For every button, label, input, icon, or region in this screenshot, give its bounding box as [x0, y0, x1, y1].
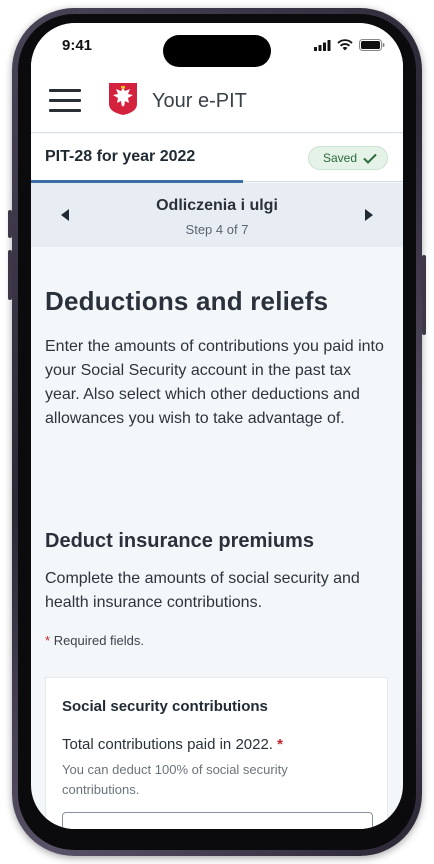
saved-status-badge: Saved	[307, 146, 388, 170]
dynamic-island	[163, 35, 271, 67]
step-counter: Step 4 of 7	[185, 222, 249, 237]
social-security-card: Social security contributions Total cont…	[45, 677, 388, 829]
form-header: PIT-28 for year 2022 Saved	[31, 134, 403, 183]
form-title: PIT-28 for year 2022	[45, 148, 196, 165]
section-description: Complete the amounts of social security …	[45, 570, 360, 611]
status-time: 9:41	[62, 37, 93, 54]
screen: 9:41 Your e-PIT PIT-28 for year 2022 Sav…	[31, 23, 403, 829]
volume-down-button	[8, 250, 12, 300]
volume-up-button	[8, 210, 12, 238]
field-label-text: Total contributions paid in 2022.	[62, 736, 273, 753]
contributions-field-label: Total contributions paid in 2022. *	[62, 736, 283, 753]
status-icons	[314, 39, 385, 51]
signal-icon	[314, 39, 331, 51]
section-heading: Deduct insurance premiums	[45, 530, 314, 552]
hamburger-menu-icon[interactable]	[49, 89, 81, 115]
app-title: Your e-PIT	[152, 90, 247, 112]
polish-eagle-emblem-icon	[109, 83, 137, 115]
status-bar: 9:41	[31, 23, 403, 71]
card-title: Social security contributions	[62, 698, 268, 715]
required-fields-label: Required fields.	[53, 633, 145, 648]
next-step-arrow-icon[interactable]	[362, 207, 376, 223]
wifi-icon	[337, 39, 353, 51]
app-header: Your e-PIT	[31, 71, 403, 133]
checkmark-icon	[363, 153, 377, 164]
field-hint: You can deduct 100% of social security c…	[62, 762, 288, 797]
battery-icon	[359, 39, 385, 51]
power-button	[422, 255, 426, 335]
saved-label: Saved	[322, 151, 357, 165]
page-title: Deductions and reliefs	[45, 286, 329, 316]
required-star: *	[45, 633, 51, 648]
field-required-star: *	[277, 736, 283, 753]
intro-text: Enter the amounts of contributions you p…	[45, 338, 384, 427]
contributions-amount-input[interactable]: zł	[62, 812, 373, 829]
step-title: Odliczenia i ulgi	[156, 197, 278, 214]
step-navigation: Odliczenia i ulgi Step 4 of 7	[31, 183, 403, 247]
required-fields-note: * Required fields.	[45, 633, 144, 648]
